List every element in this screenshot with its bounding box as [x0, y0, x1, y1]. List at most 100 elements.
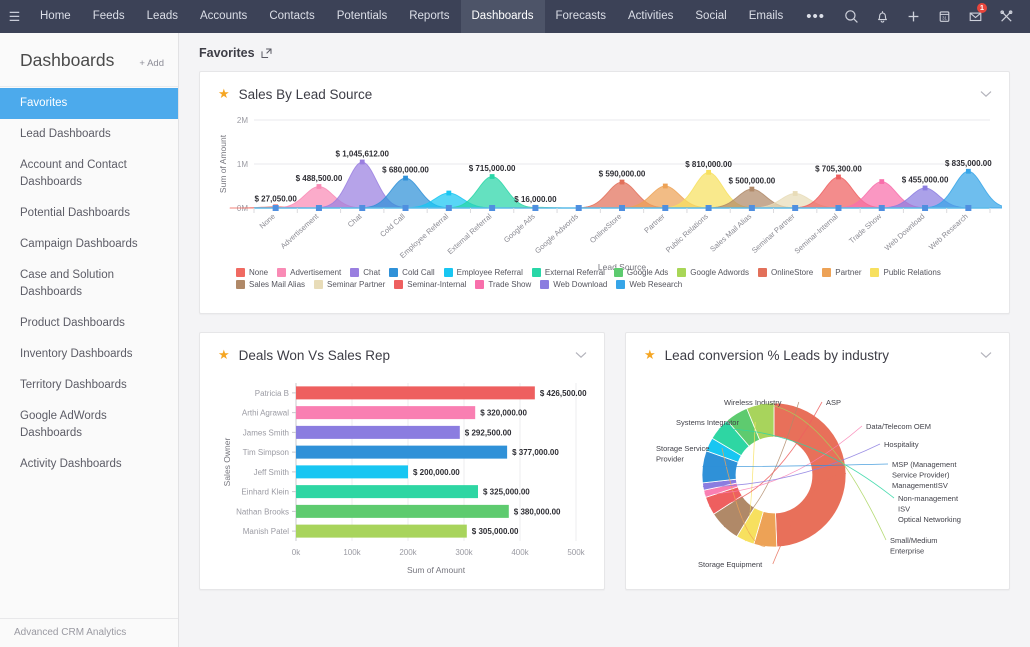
x-axis-category-label: Sales Mail Alias [708, 212, 753, 254]
svg-text:Systems Integrator: Systems Integrator [676, 418, 739, 427]
legend-item[interactable]: Partner [822, 268, 861, 277]
nav-item-social[interactable]: Social [684, 0, 737, 33]
legend-item[interactable]: Seminar-Internal [394, 280, 466, 289]
x-axis-category-label: Public Relations [664, 212, 710, 255]
legend-swatch [758, 268, 767, 277]
nav-more-button[interactable]: ••• [794, 0, 837, 33]
sidebar-title: Dashboards [20, 50, 114, 71]
legend-item[interactable]: OnlineStore [758, 268, 813, 277]
dashboard-row-2: ★ Deals Won Vs Sales Rep 0k100k200k300k4… [199, 332, 1010, 590]
axis-point-marker [532, 205, 538, 211]
nav-item-home[interactable]: Home [29, 0, 82, 33]
data-label: $ 680,000.00 [382, 166, 429, 175]
bar-0 [296, 386, 535, 399]
legend-item[interactable]: Employee Referral [444, 268, 523, 277]
nav-item-feeds[interactable]: Feeds [82, 0, 136, 33]
sidebar-item-account-and-contact-dashboards[interactable]: Account and Contact Dashboards [0, 150, 178, 198]
card-sales-by-lead-source: ★ Sales By Lead Source 0M1M2MSum of Amou… [199, 71, 1010, 314]
legend-item[interactable]: External Referral [532, 268, 605, 277]
bar-category-label: Jeff Smith [254, 468, 289, 477]
legend-item[interactable]: Trade Show [475, 280, 531, 289]
svg-text:Non-management: Non-management [898, 494, 959, 503]
bar-data-label: $ 426,500.00 [540, 389, 587, 398]
svg-text:ManagementISV: ManagementISV [892, 481, 948, 490]
legend-label: Advertisement [290, 268, 341, 277]
sidebar-header: Dashboards + Add [0, 33, 178, 87]
legend-item[interactable]: Google Adwords [677, 268, 749, 277]
sidebar-footer-label: Advanced CRM Analytics [0, 618, 178, 647]
sidebar-item-activity-dashboards[interactable]: Activity Dashboards [0, 449, 178, 480]
nav-item-leads[interactable]: Leads [136, 0, 189, 33]
hamburger-icon[interactable]: ☰ [0, 9, 29, 25]
legend-item[interactable]: Sales Mail Alias [236, 280, 305, 289]
axis-point-marker [835, 205, 841, 211]
sidebar: Dashboards + Add Favorites Lead Dashboar… [0, 33, 179, 647]
legend-item[interactable]: None [236, 268, 268, 277]
donut-slice-0[interactable] [774, 403, 846, 547]
chevron-down-icon[interactable] [977, 351, 995, 359]
nav-item-emails[interactable]: Emails [738, 0, 795, 33]
favorite-star-icon[interactable]: ★ [644, 347, 656, 363]
sidebar-item-territory-dashboards[interactable]: Territory Dashboards [0, 370, 178, 401]
sidebar-item-google-adwords-dashboards[interactable]: Google AdWords Dashboards [0, 401, 178, 449]
sidebar-item-product-dashboards[interactable]: Product Dashboards [0, 308, 178, 339]
notifications-bell-icon[interactable] [868, 0, 897, 33]
x-axis-category-label: External Referral [446, 212, 494, 257]
favorite-star-icon[interactable]: ★ [218, 86, 230, 102]
add-dashboard-button[interactable]: + Add [139, 58, 164, 69]
axis-point-marker [922, 205, 928, 211]
axis-point-marker [749, 205, 755, 211]
peak-marker [706, 170, 711, 175]
chevron-down-icon[interactable] [572, 351, 590, 359]
nav-item-reports[interactable]: Reports [398, 0, 460, 33]
nav-item-accounts[interactable]: Accounts [189, 0, 258, 33]
sidebar-item-favorites[interactable]: Favorites [0, 88, 178, 119]
nav-item-contacts[interactable]: Contacts [258, 0, 325, 33]
sidebar-item-campaign-dashboards[interactable]: Campaign Dashboards [0, 229, 178, 260]
legend-item[interactable]: Advertisement [277, 268, 341, 277]
nav-item-forecasts[interactable]: Forecasts [545, 0, 618, 33]
svg-text:Hospitality: Hospitality [884, 440, 919, 449]
sidebar-item-case-and-solution-dashboards[interactable]: Case and Solution Dashboards [0, 260, 178, 308]
sidebar-item-inventory-dashboards[interactable]: Inventory Dashboards [0, 339, 178, 370]
legend-item[interactable]: Google Ads [614, 268, 668, 277]
x-axis-tick: 0k [292, 548, 301, 557]
y-axis-title: Sum of Amount [218, 134, 228, 193]
legend-swatch [350, 268, 359, 277]
axis-point-marker [316, 205, 322, 211]
legend-item[interactable]: Web Download [540, 280, 607, 289]
bar-data-label: $ 380,000.00 [514, 507, 561, 516]
x-axis-category-label: Web Research [927, 212, 970, 252]
external-link-icon[interactable] [261, 48, 272, 59]
favorite-star-icon[interactable]: ★ [218, 347, 230, 363]
axis-point-marker [446, 205, 452, 211]
nav-item-activities[interactable]: Activities [617, 0, 684, 33]
page-body: Dashboards + Add Favorites Lead Dashboar… [0, 33, 1030, 647]
add-plus-icon[interactable] [899, 0, 928, 33]
bar-category-label: Patricia B [255, 389, 289, 398]
legend-swatch [389, 268, 398, 277]
legend-label: Web Research [629, 280, 682, 289]
legend-item[interactable]: Chat [350, 268, 380, 277]
sidebar-item-lead-dashboards[interactable]: Lead Dashboards [0, 119, 178, 150]
legend-item[interactable]: Cold Call [389, 268, 434, 277]
bar-data-label: $ 200,000.00 [413, 468, 460, 477]
mail-icon[interactable]: 1 [961, 0, 990, 33]
legend-item[interactable]: Public Relations [870, 268, 940, 277]
chevron-down-icon[interactable] [977, 90, 995, 98]
y-axis-tick: 2M [237, 116, 248, 125]
x-axis-category-label: Seminar-Internal [793, 212, 840, 256]
calendar-icon[interactable]: 31 [930, 0, 959, 33]
bar-data-label: $ 292,500.00 [465, 428, 512, 437]
search-icon[interactable] [837, 0, 866, 33]
legend-item[interactable]: Seminar Partner [314, 280, 385, 289]
data-label: $ 488,500.00 [296, 174, 343, 183]
peak-marker [360, 160, 365, 165]
legend-item[interactable]: Web Research [616, 280, 682, 289]
nav-item-potentials[interactable]: Potentials [326, 0, 399, 33]
donut-label: Storage ServiceProvider [656, 444, 709, 464]
sidebar-item-potential-dashboards[interactable]: Potential Dashboards [0, 198, 178, 229]
legend-label: External Referral [545, 268, 605, 277]
tools-icon[interactable] [992, 0, 1021, 33]
nav-item-dashboards[interactable]: Dashboards [461, 0, 545, 33]
